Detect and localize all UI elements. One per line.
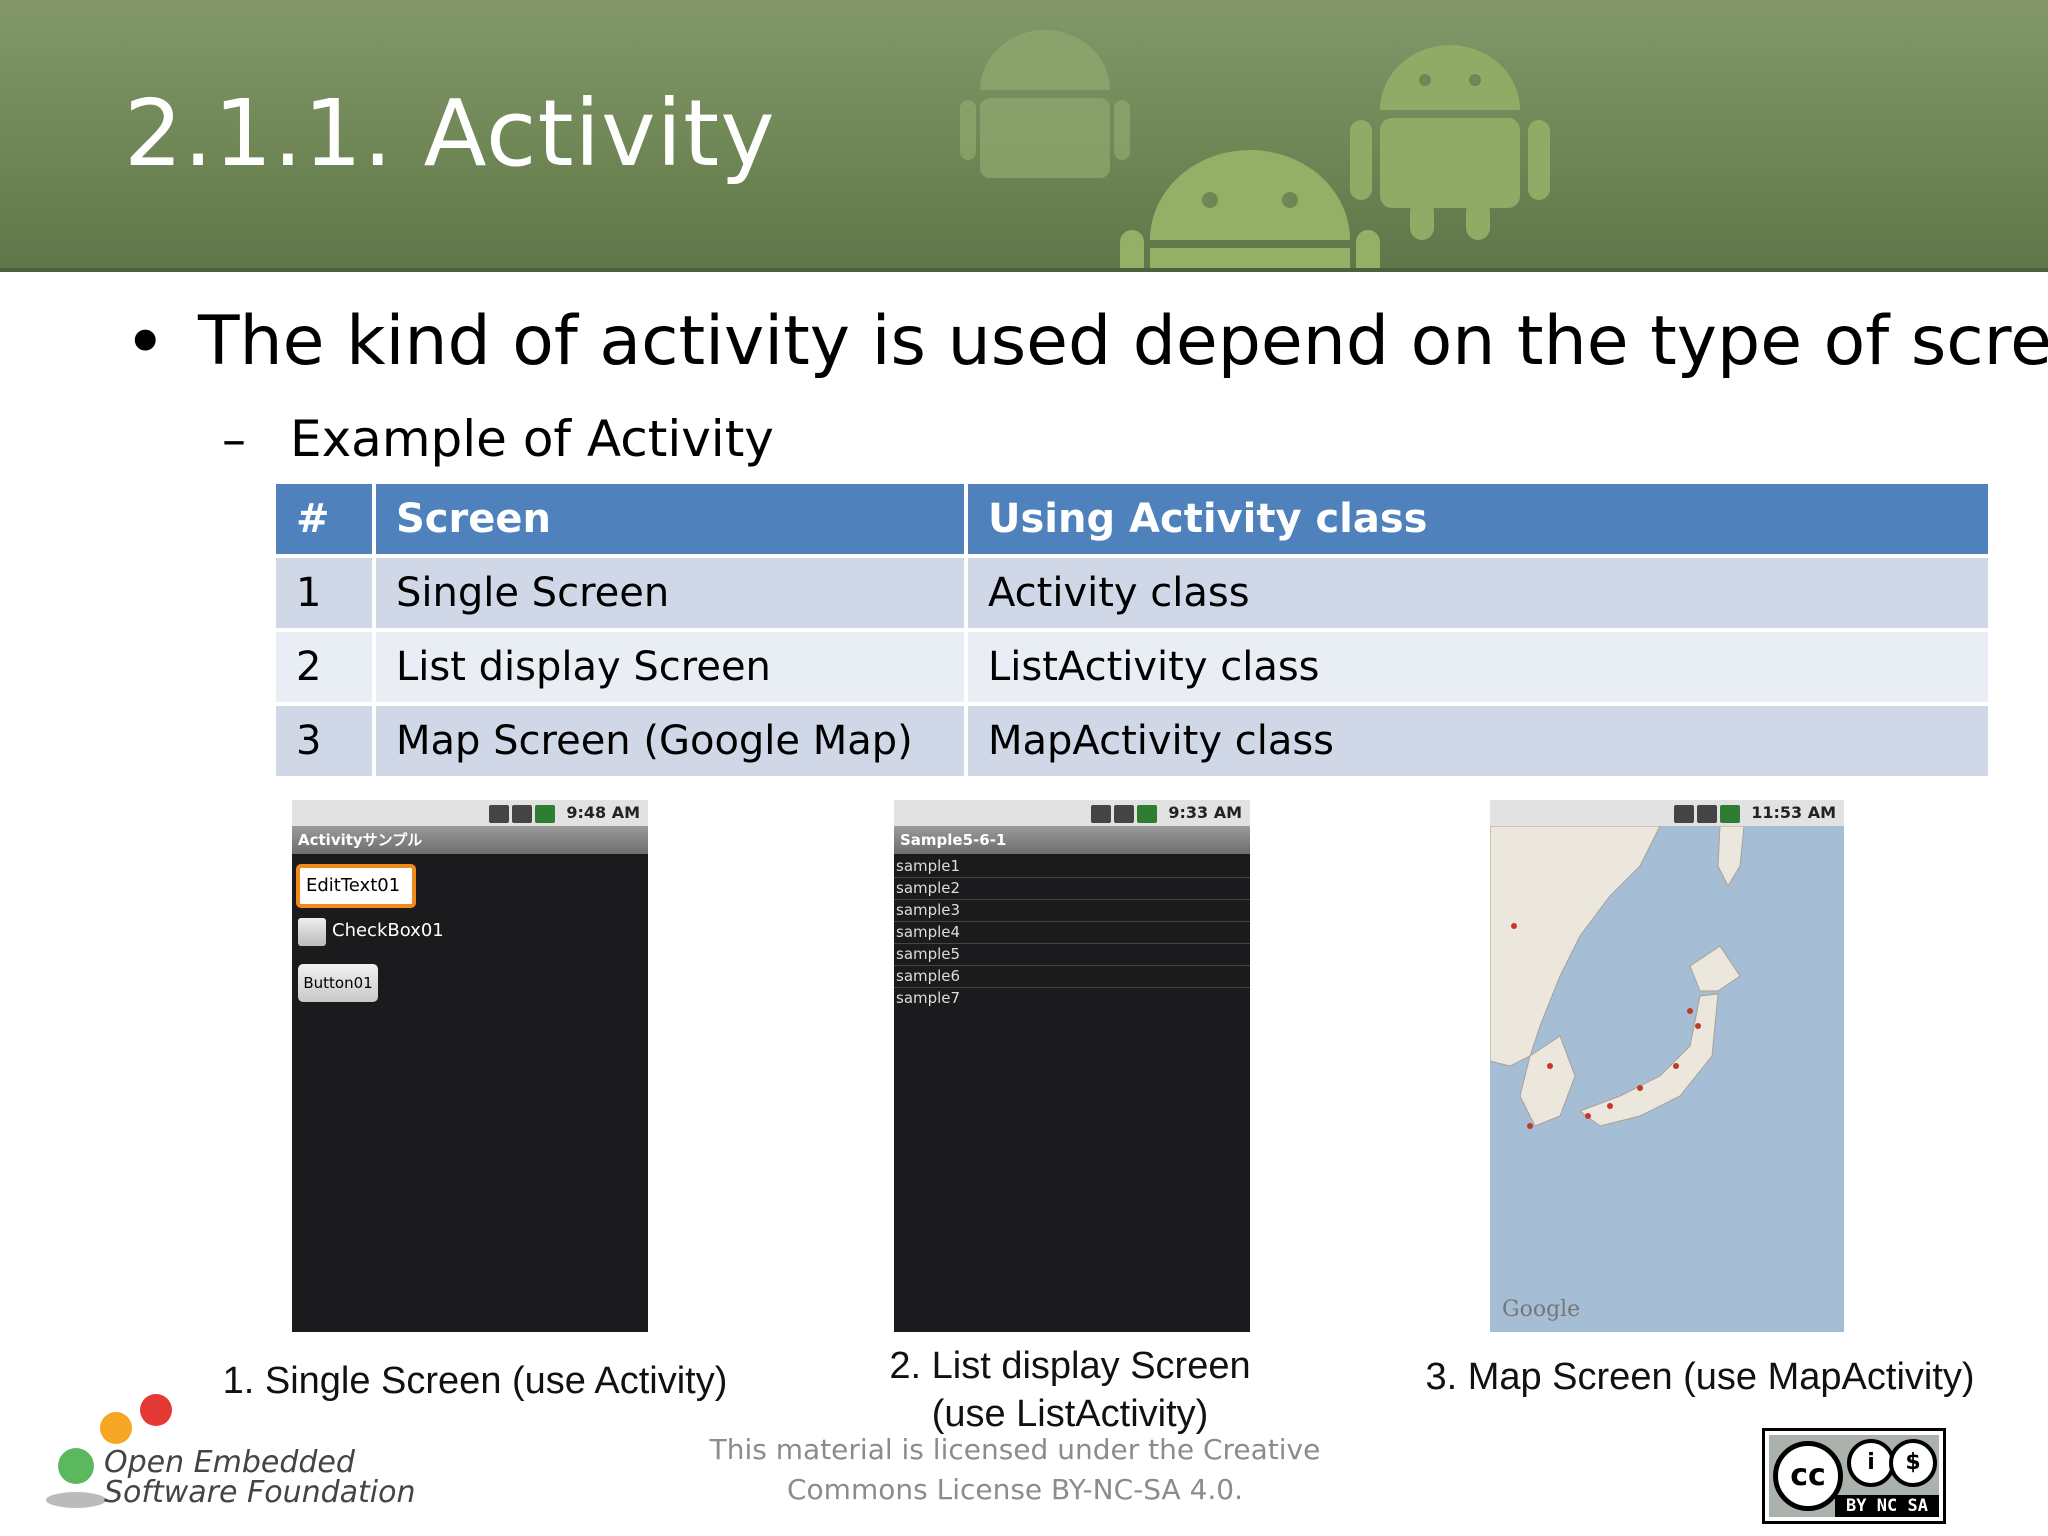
table-row: 2 List display Screen ListActivity class [272, 628, 1992, 706]
column-header-number: # [272, 480, 376, 558]
caption-single-screen: 1. Single Screen (use Activity) [222, 1360, 728, 1402]
status-bar: 9:48 AM [292, 800, 648, 826]
license-text: This material is licensed under the Crea… [700, 1430, 1330, 1510]
table-cell: MapActivity class [964, 702, 1992, 780]
checkbox-icon [298, 918, 326, 946]
signal-battery-icon [486, 800, 555, 826]
activity-table: # Screen Using Activity class 1 Single S… [272, 480, 1992, 780]
status-bar: 9:33 AM [894, 800, 1250, 826]
cc-icon: cc [1773, 1441, 1843, 1511]
table-cell: Single Screen [372, 554, 968, 632]
table-cell: List display Screen [372, 628, 968, 706]
cc-badge-body: cc i $ BY NC SA [1769, 1435, 1939, 1517]
license-line: This material is licensed under the Crea… [709, 1433, 1321, 1466]
table-header-row: # Screen Using Activity class [272, 480, 1992, 558]
status-bar: 11:53 AM [1490, 800, 1844, 826]
header-divider [0, 268, 2048, 272]
android-robot-icon [960, 30, 1130, 178]
table-cell: 3 [272, 702, 376, 780]
signal-battery-icon [1088, 800, 1157, 826]
bullet-dot: • [124, 300, 167, 384]
list-item: sample6 [894, 966, 1250, 988]
table-cell: 1 [272, 554, 376, 632]
table-row: 3 Map Screen (Google Map) MapActivity cl… [272, 702, 1992, 780]
checkbox-label: CheckBox01 [332, 920, 444, 941]
google-watermark: Google [1502, 1297, 1581, 1322]
map-land-shape [1490, 826, 1745, 1129]
logo-line: Software Foundation [104, 1475, 416, 1510]
slide-header: 2.1.1. Activity [0, 0, 2048, 272]
sample-button: Button01 [298, 964, 378, 1002]
sub-bullet-text: Example of Activity [290, 410, 774, 468]
list-item: sample7 [896, 989, 961, 1007]
list-item: sample4 [894, 922, 1250, 944]
map-view: Google [1490, 826, 1844, 1332]
status-time: 11:53 AM [1751, 803, 1836, 822]
app-title-bar: Activityサンプル [292, 826, 648, 854]
oesf-logo-text: Open Embedded Software Foundation [104, 1448, 416, 1508]
android-robot-icon [1350, 45, 1550, 240]
list-item: sample5 [894, 944, 1250, 966]
table-cell: 2 [272, 628, 376, 706]
caption-list-screen: 2. List display Screen (use ListActivity… [820, 1342, 1320, 1438]
android-robot-icon [1120, 150, 1380, 272]
edittext-field: EditText01 [296, 864, 416, 908]
caption-line: 2. List display Screen [889, 1345, 1251, 1387]
table-cell: ListActivity class [964, 628, 1992, 706]
sub-bullet-dash: – [222, 412, 246, 468]
bullet-text: The kind of activity is used depend on t… [198, 302, 2048, 381]
attribution-icon: i [1847, 1439, 1895, 1487]
caption-map-screen: 3. Map Screen (use MapActivity) [1425, 1356, 1975, 1398]
list-screen-screenshot: 9:33 AM Sample5-6-1 sample1 sample2 samp… [894, 800, 1250, 1332]
noncommercial-icon: $ [1889, 1439, 1937, 1487]
single-screen-screenshot: 9:48 AM Activityサンプル EditText01 CheckBox… [292, 800, 648, 1332]
map-screen-screenshot: 11:53 AM Google [1490, 800, 1844, 1332]
cc-license-badge: cc i $ BY NC SA [1762, 1428, 1946, 1524]
logo-line: Open Embedded [104, 1445, 355, 1480]
column-header-activity-class: Using Activity class [964, 480, 1992, 558]
license-line: Commons License BY-NC-SA 4.0. [787, 1473, 1243, 1506]
status-time: 9:33 AM [1168, 803, 1242, 822]
table-cell: Map Screen (Google Map) [372, 702, 968, 780]
signal-battery-icon [1671, 800, 1740, 826]
table-row: 1 Single Screen Activity class [272, 554, 1992, 632]
page-title: 2.1.1. Activity [124, 80, 776, 187]
app-title-bar: Sample5-6-1 [894, 826, 1250, 854]
table-cell: Activity class [964, 554, 1992, 632]
list-item: sample2 [894, 878, 1250, 900]
column-header-screen: Screen [372, 480, 968, 558]
list-item: sample3 [894, 900, 1250, 922]
cc-labels: BY NC SA [1835, 1495, 1939, 1517]
status-time: 9:48 AM [566, 803, 640, 822]
list-item: sample1 [894, 856, 1250, 878]
